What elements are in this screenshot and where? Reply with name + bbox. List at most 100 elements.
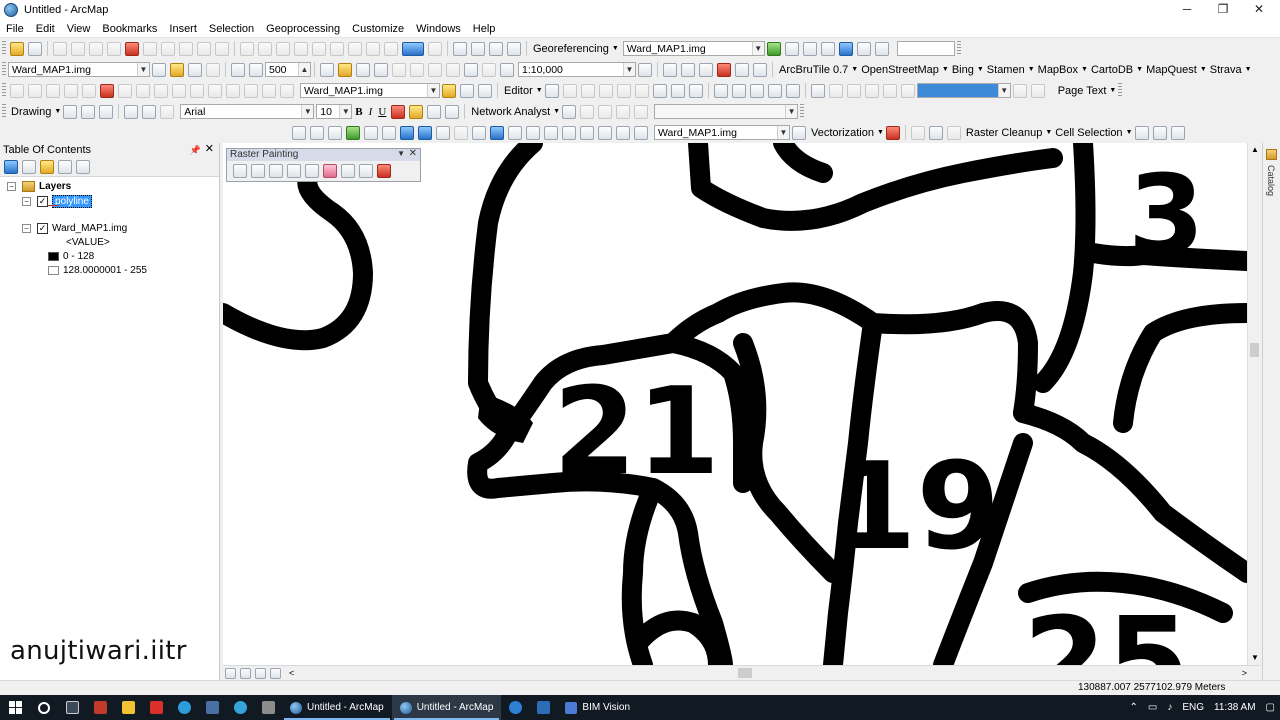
- volume-icon[interactable]: ♪: [1162, 702, 1177, 713]
- chevron-down-icon[interactable]: ▼: [397, 148, 405, 160]
- menu-bookmarks[interactable]: Bookmarks: [96, 20, 163, 38]
- line-color-icon[interactable]: [427, 104, 442, 119]
- animation-icon-4[interactable]: [864, 83, 879, 98]
- toc-options-icon[interactable]: [76, 159, 90, 174]
- erase-selected-cells-icon[interactable]: [341, 164, 355, 178]
- raster-cleanup-menu[interactable]: Raster Cleanup: [963, 127, 1045, 139]
- buffer-icon[interactable]: [231, 62, 245, 77]
- italic-button[interactable]: I: [366, 106, 376, 118]
- brush-icon[interactable]: [251, 164, 265, 178]
- close-icon[interactable]: ✕: [1242, 0, 1276, 20]
- add-data-plus-icon[interactable]: [500, 62, 514, 77]
- go-to-xy-icon[interactable]: [598, 125, 612, 140]
- line-width-icon[interactable]: [305, 164, 319, 178]
- toolbar-grip[interactable]: [2, 41, 6, 56]
- visibility-checkbox[interactable]: ✓: [37, 223, 48, 234]
- clock[interactable]: 11:38 AM: [1209, 702, 1261, 713]
- language-indicator[interactable]: ENG: [1177, 702, 1209, 713]
- measure-icon[interactable]: [544, 125, 558, 140]
- list-by-visibility-icon[interactable]: [40, 159, 54, 174]
- pause-drawing-icon[interactable]: [270, 667, 281, 679]
- close-icon[interactable]: ✕: [205, 142, 214, 156]
- grid-icon[interactable]: [713, 83, 728, 98]
- taskbar-bim-vision[interactable]: BIM Vision: [557, 695, 638, 720]
- layout-tool-icon-2[interactable]: [258, 41, 272, 56]
- app-r-icon[interactable]: [529, 695, 557, 720]
- network-analyst-menu[interactable]: Network Analyst: [468, 106, 553, 118]
- app-icon-3[interactable]: [254, 695, 282, 720]
- menu-edit[interactable]: Edit: [30, 20, 61, 38]
- collapse-icon[interactable]: −: [22, 224, 31, 233]
- app-icon-1[interactable]: [86, 695, 114, 720]
- find-icon[interactable]: [562, 125, 576, 140]
- raster-painting-caption[interactable]: Raster Painting ▼ ✕: [227, 148, 420, 161]
- vectorization-settings-icon[interactable]: [792, 125, 806, 140]
- topo-edit-icon-5[interactable]: [82, 83, 96, 98]
- toolbar-grip[interactable]: [956, 41, 961, 56]
- catalog-icon[interactable]: [1266, 149, 1277, 160]
- rectangle-icon[interactable]: [124, 104, 139, 119]
- calculator-icon[interactable]: [198, 695, 226, 720]
- transparency-icon[interactable]: [188, 62, 202, 77]
- symbology-icon[interactable]: [442, 83, 456, 98]
- layout-tool-icon-7[interactable]: [348, 41, 362, 56]
- list-by-source-icon[interactable]: [22, 159, 36, 174]
- network-tool-icon-4[interactable]: [634, 104, 649, 119]
- animation-icon-2[interactable]: [828, 83, 843, 98]
- network-tool-icon[interactable]: [580, 104, 595, 119]
- taskbar-arcmap-1[interactable]: Untitled - ArcMap: [282, 695, 392, 720]
- maximize-icon[interactable]: ❐: [1206, 0, 1240, 20]
- topo-edit-icon-15[interactable]: [280, 83, 294, 98]
- toolbar-grip[interactable]: [2, 104, 6, 119]
- show-hidden-icons-chevron-icon[interactable]: ⌃: [1125, 702, 1143, 713]
- topology-icon[interactable]: [53, 41, 67, 56]
- reshape-icon[interactable]: [580, 83, 595, 98]
- contrast-icon[interactable]: [152, 62, 166, 77]
- fill-selected-cells-icon[interactable]: [359, 164, 373, 178]
- vectorization-menu[interactable]: Vectorization: [808, 127, 877, 139]
- layout-tool-icon-3[interactable]: [276, 41, 290, 56]
- catalog-icon[interactable]: [681, 62, 695, 77]
- marker-color-icon[interactable]: [445, 104, 460, 119]
- animation-icon[interactable]: [810, 83, 825, 98]
- vertical-scrollbar[interactable]: ▲ ▼: [1247, 143, 1261, 665]
- select-elements-icon-2[interactable]: [472, 125, 486, 140]
- menu-view[interactable]: View: [61, 20, 97, 38]
- histogram-icon-2[interactable]: [478, 83, 492, 98]
- horizontal-scroll-thumb[interactable]: [738, 668, 752, 678]
- task-view-icon[interactable]: [58, 695, 86, 720]
- scroll-thumb[interactable]: [1250, 343, 1259, 357]
- topo-edit-icon-12[interactable]: [226, 83, 240, 98]
- topo-edit-icon-13[interactable]: [244, 83, 258, 98]
- sketch-properties-icon[interactable]: [670, 83, 685, 98]
- topo-edit-icon-6[interactable]: [118, 83, 132, 98]
- edit-arrow-icon[interactable]: [544, 83, 559, 98]
- show-preview-icon[interactable]: [885, 125, 900, 140]
- layout-view-icon[interactable]: [453, 41, 467, 56]
- color-fill-icon[interactable]: [402, 41, 424, 56]
- layout-tool-icon-8[interactable]: [366, 41, 380, 56]
- scroll-right-icon[interactable]: >: [1242, 668, 1247, 678]
- georef-tool-icon-4[interactable]: [856, 41, 871, 56]
- menu-geoprocessing[interactable]: Geoprocessing: [260, 20, 346, 38]
- chrome-icon[interactable]: [170, 695, 198, 720]
- copy-icon[interactable]: [410, 62, 424, 77]
- grid-icon-4[interactable]: [767, 83, 782, 98]
- layer-combo-2[interactable]: Ward_MAP1.img ▼: [300, 83, 440, 98]
- class-row-1[interactable]: 128.0000001 - 255: [48, 265, 147, 276]
- basemap-mapquest[interactable]: MapQuest: [1143, 64, 1200, 76]
- scroll-left-icon[interactable]: <: [289, 668, 294, 678]
- taskbar-arcmap-2[interactable]: Untitled - ArcMap: [391, 695, 502, 720]
- network-layer-combo[interactable]: ▼: [654, 104, 799, 119]
- add-data-icon[interactable]: [10, 41, 24, 56]
- scroll-up-icon[interactable]: ▲: [1251, 145, 1259, 154]
- fixed-zoom-in-icon[interactable]: [364, 125, 378, 140]
- basemap-mapbox[interactable]: MapBox: [1035, 64, 1081, 76]
- list-by-selection-icon[interactable]: [58, 159, 72, 174]
- cell-select-tool-icon[interactable]: [1170, 125, 1185, 140]
- go-back-icon[interactable]: [400, 125, 414, 140]
- georef-input-box[interactable]: [896, 41, 955, 56]
- font-size-combo[interactable]: 10 ▼: [316, 104, 353, 119]
- vectorization-trace-icon[interactable]: [928, 125, 943, 140]
- map-canvas[interactable]: 5 21 19 3 25: [223, 143, 1247, 665]
